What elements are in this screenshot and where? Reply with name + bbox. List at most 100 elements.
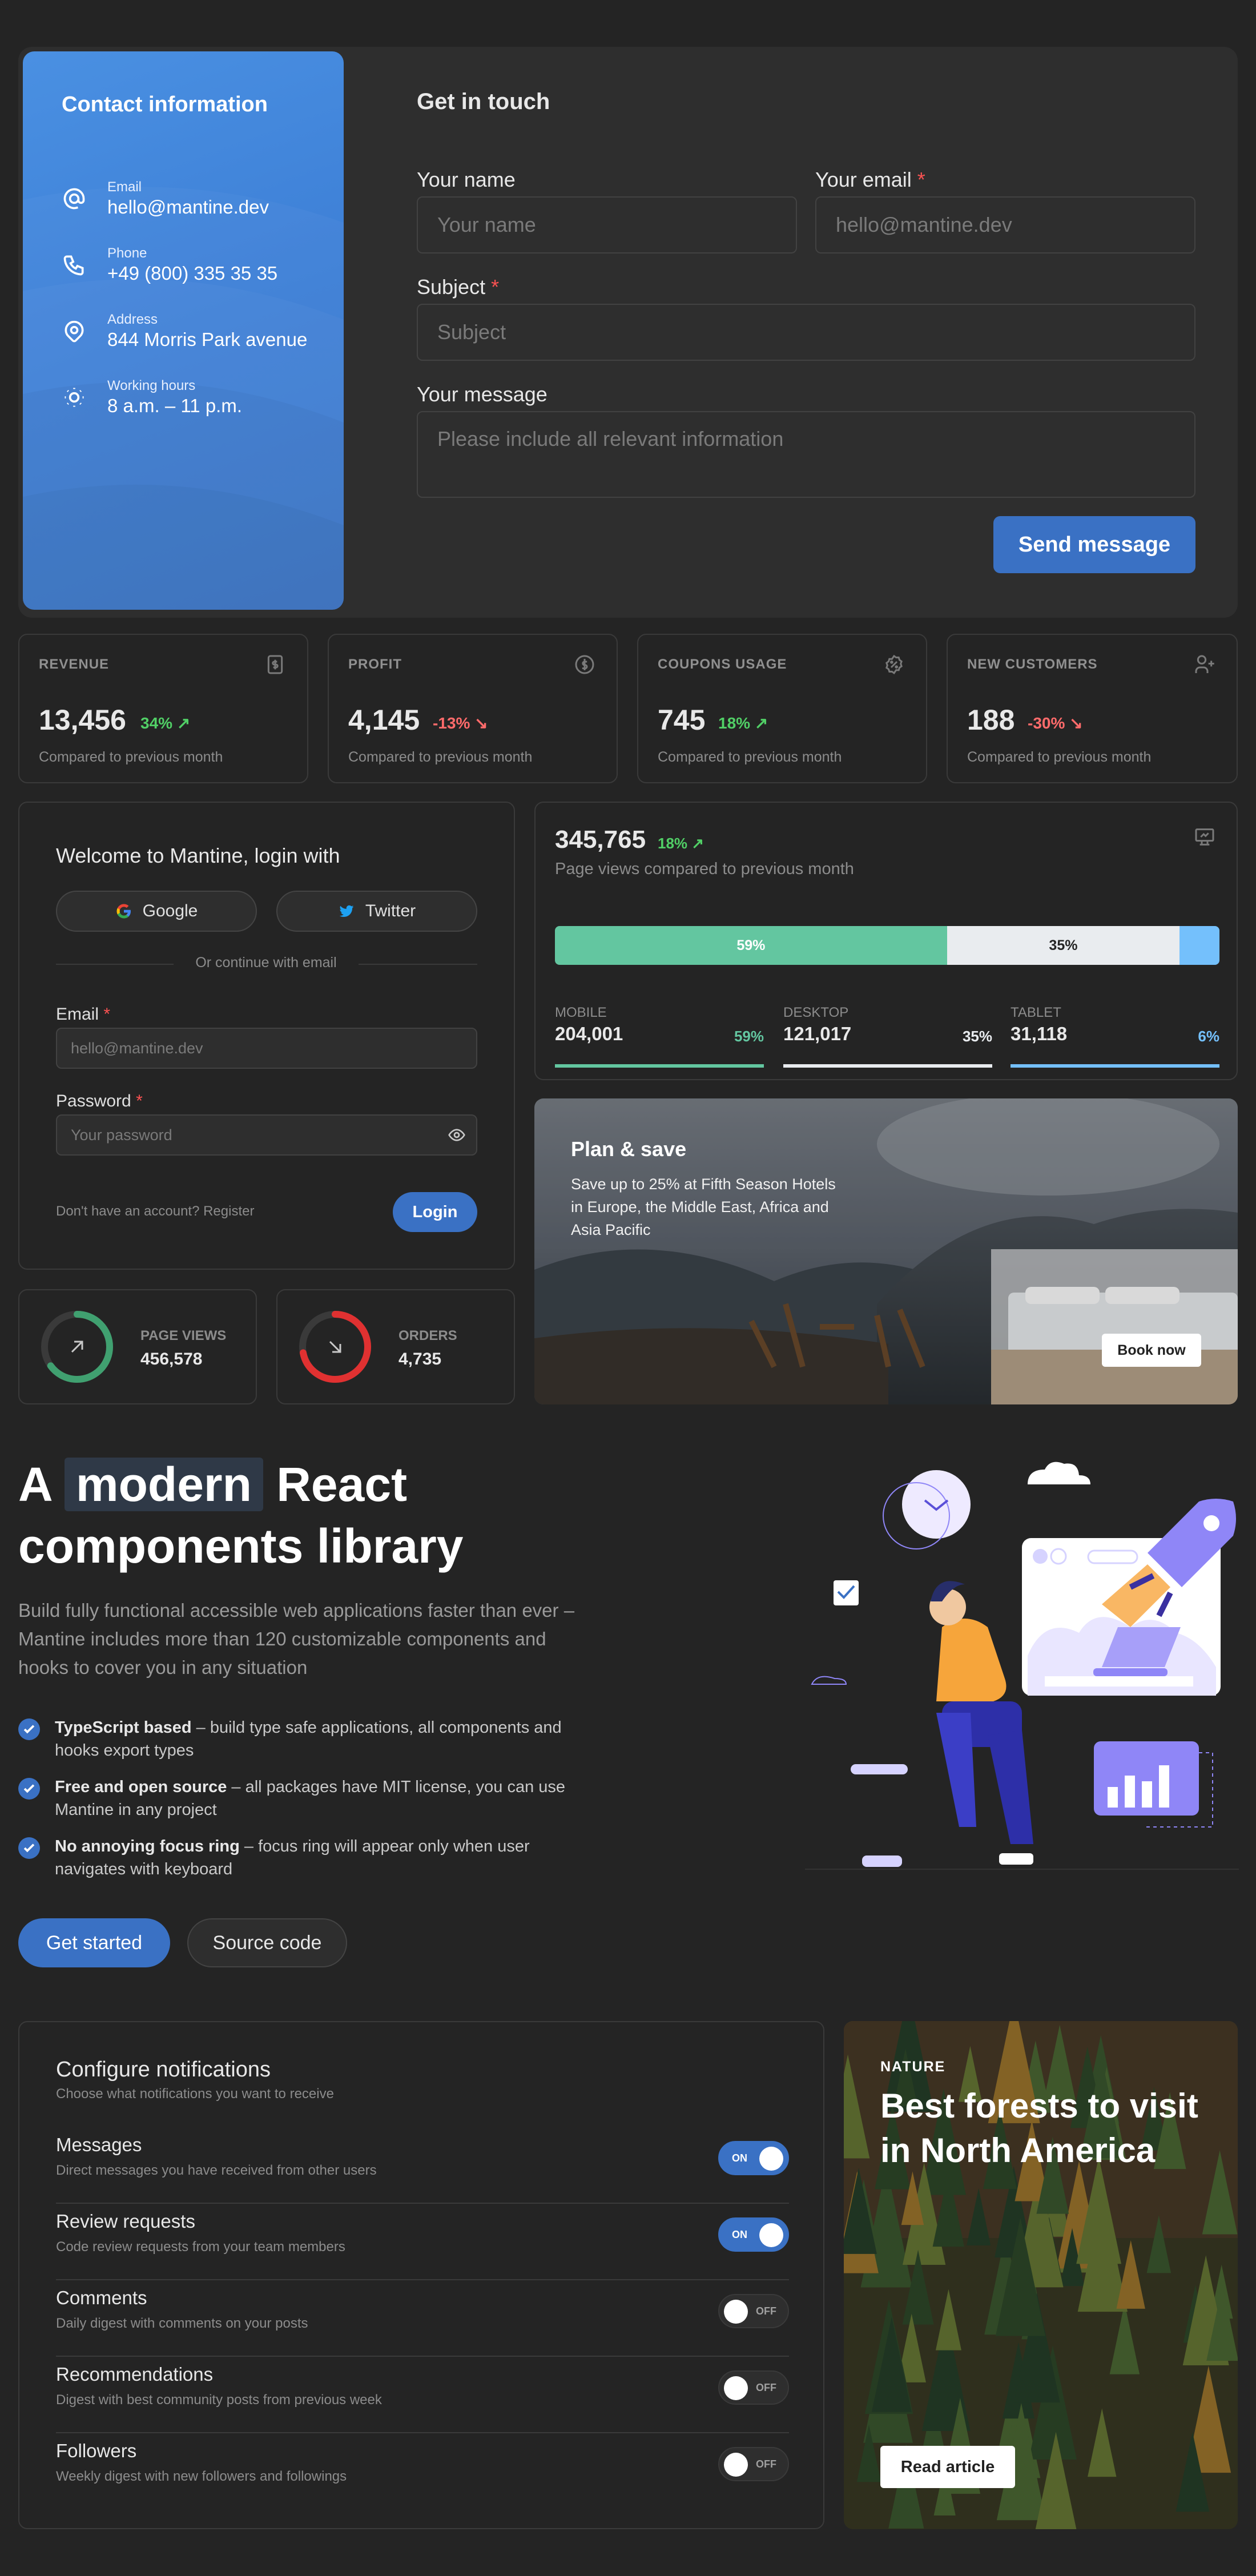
notification-divider [56,2432,789,2433]
discount-icon [885,654,903,675]
notification-divider [56,2279,789,2280]
contact-hours-item: Working hours 8 a.m. – 11 p.m. [62,378,336,424]
register-link[interactable]: Don't have an account? Register [56,1204,254,1219]
source-code-button[interactable]: Source code [187,1918,347,1967]
notification-description: Code review requests from your team memb… [56,2239,345,2255]
page-views-card: 345,765 18% ↗ Page views compared to pre… [534,802,1238,1080]
notification-row: Messages Direct messages you have receive… [56,2134,789,2197]
your-name-input[interactable]: Your name [417,196,797,253]
map-pin-icon [65,320,84,343]
send-message-button[interactable]: Send message [993,516,1195,573]
stat-diff: 18% ↗ [718,714,768,732]
ring-stat-label: PAGE VIEWS [140,1328,227,1343]
login-button[interactable]: Login [393,1192,477,1232]
eye-icon[interactable] [448,1126,466,1144]
notification-toggle[interactable]: OFF [718,2447,789,2481]
phone-icon [63,255,84,276]
contact-email-value: hello@mantine.dev [107,196,269,218]
notifications-title: Configure notifications [56,2058,271,2082]
segment-desktop: 35% [947,926,1180,965]
login-title: Welcome to Mantine, login with [56,844,340,867]
page-views-caption: Page views compared to previous month [555,860,854,878]
feature-typescript: TypeScript based – build type safe appli… [18,1716,589,1764]
login-password-input[interactable]: Your password [56,1114,477,1156]
stat-title: NEW CUSTOMERS [967,657,1098,672]
article-title: Best forests to visit in North America [880,2087,1198,2170]
coin-icon [575,655,594,674]
feature-focus-ring: No annoying focus ring – focus ring will… [18,1835,589,1883]
stat-card-revenue: REVENUE 13,456 34% ↗ Compared to previou… [18,634,308,783]
device-analytics-icon [1195,828,1214,846]
notification-description: Daily digest with comments on your posts [56,2316,308,2331]
contact-phone-label: Phone [107,245,147,261]
subject-input[interactable]: Subject [417,304,1195,361]
notification-description: Digest with best community posts from pr… [56,2392,382,2408]
toggle-knob [724,2376,748,2400]
ring-stat-value: 456,578 [140,1350,203,1368]
article-card: NATURE Best forests to visit in North Am… [844,2021,1238,2529]
google-icon [116,904,131,919]
login-password-label: Password * [56,1092,143,1110]
ring-progress [299,1311,371,1383]
notification-toggle[interactable]: OFF [718,2294,789,2328]
stat-diff: -13% ↘ [433,714,488,732]
google-label: Google [142,901,198,920]
notification-title: Recommendations [56,2364,214,2385]
promo-card: Plan & save Save up to 25% at Fifth Seas… [534,1098,1238,1404]
contact-address-label: Address [107,312,158,327]
contact-phone-item: Phone +49 (800) 335 35 35 [62,245,336,291]
read-article-button[interactable]: Read article [880,2446,1015,2488]
notification-title: Comments [56,2287,147,2308]
google-login-button[interactable]: Google [56,891,257,932]
twitter-icon [339,905,354,917]
promo-text: Save up to 25% at Fifth Season Hotels in… [571,1176,836,1238]
toggle-knob [759,2223,783,2247]
legend-tablet: TABLET 31,118 6% [1011,1005,1219,1068]
stat-card-profit: PROFIT 4,145 -13% ↘ Compared to previous… [328,634,618,783]
book-now-button[interactable]: Book now [1102,1334,1201,1367]
stat-card-customers: NEW CUSTOMERS 188 -30% ↘ Compared to pre… [947,634,1238,783]
check-icon [18,1718,40,1740]
stat-diff: -30% ↘ [1028,714,1083,732]
twitter-login-button[interactable]: Twitter [276,891,477,932]
notification-title: Followers [56,2440,137,2461]
stat-value: 188 [967,704,1015,736]
contact-hours-value: 8 a.m. – 11 p.m. [107,395,242,416]
check-icon [18,1837,40,1859]
stat-title: COUPONS USAGE [658,657,787,672]
stat-compare: Compared to previous month [39,749,223,765]
feature-open-source: Free and open source – all packages have… [18,1776,589,1824]
stat-title: REVENUE [39,657,110,672]
contact-phone-value: +49 (800) 335 35 35 [107,263,278,284]
notification-description: Weekly digest with new followers and fol… [56,2469,347,2484]
message-textarea[interactable]: Please include all relevant information [417,411,1195,498]
notifications-subtitle: Choose what notifications you want to re… [56,2086,334,2102]
stat-title: PROFIT [348,657,402,672]
contact-info-title: Contact information [62,92,268,116]
stat-card-coupons: COUPONS USAGE 745 18% ↗ Compared to prev… [637,634,927,783]
legend-mobile: MOBILE 204,001 59% [555,1005,764,1068]
twitter-label: Twitter [365,901,416,920]
login-card: Welcome to Mantine, login with Google Tw… [18,802,515,1270]
ring-stat-orders: ORDERS 4,735 [276,1289,515,1404]
page-views-diff: 18% ↗ [658,835,705,852]
message-label: Your message [417,383,548,406]
legend-desktop: DESKTOP 121,017 35% [783,1005,992,1068]
notification-title: Messages [56,2134,142,2155]
notification-row: Recommendations Digest with best communit… [56,2364,789,2426]
notification-toggle[interactable]: OFF [718,2370,789,2405]
login-email-input[interactable]: hello@mantine.dev [56,1028,477,1069]
login-email-label: Email * [56,1005,111,1024]
notification-toggle[interactable]: ON [718,2217,789,2252]
ring-progress [41,1311,113,1383]
contact-info-panel: Contact information Email hello@mantine.… [23,51,344,610]
get-started-button[interactable]: Get started [18,1918,170,1967]
contact-email-item: Email hello@mantine.dev [62,179,336,225]
notification-toggle[interactable]: ON [718,2141,789,2175]
article-category: NATURE [880,2059,946,2075]
your-email-label: Your email * [815,168,925,191]
hero-description: Build fully functional accessible web ap… [18,1600,575,1678]
sun-icon [65,388,84,407]
your-email-input[interactable]: hello@mantine.dev [815,196,1195,253]
stat-compare: Compared to previous month [658,749,842,765]
